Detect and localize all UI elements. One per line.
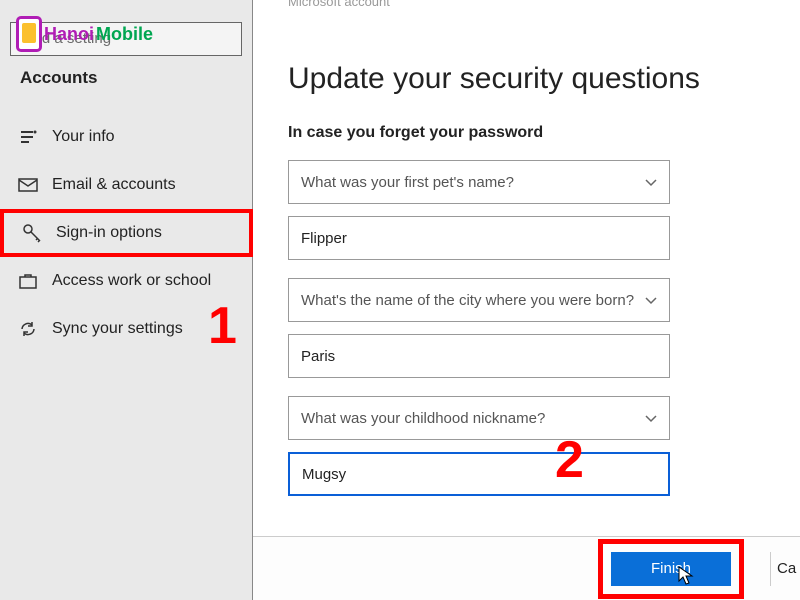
- breadcrumb: Microsoft account: [288, 0, 390, 9]
- annotation-number-2: 2: [555, 430, 584, 490]
- question-1-select[interactable]: What was your first pet's name?: [288, 160, 670, 204]
- question-1-label: What was your first pet's name?: [301, 174, 514, 191]
- sidebar-item-sign-in-options[interactable]: Sign-in options: [0, 209, 253, 257]
- annotation-number-1: 1: [208, 296, 237, 356]
- page-title: Update your security questions: [288, 62, 765, 96]
- cursor-icon: [678, 566, 694, 586]
- sidebar-section-title: Accounts: [20, 68, 97, 88]
- main-panel: Update your security questions In case y…: [253, 0, 800, 600]
- chevron-down-icon: [645, 412, 657, 424]
- question-2-select[interactable]: What's the name of the city where you we…: [288, 278, 670, 322]
- briefcase-icon: [18, 271, 38, 291]
- chevron-down-icon: [645, 294, 657, 306]
- sidebar-item-label: Sign-in options: [56, 224, 249, 242]
- person-icon: [18, 127, 38, 147]
- watermark-logo: HanoiMobile: [16, 16, 153, 52]
- sidebar-item-label: Your info: [52, 128, 253, 146]
- cancel-button[interactable]: Ca: [770, 552, 800, 586]
- answer-1-value: Flipper: [301, 230, 347, 247]
- sync-icon: [18, 319, 38, 339]
- answer-2-value: Paris: [301, 348, 335, 365]
- sidebar-item-your-info[interactable]: Your info: [0, 113, 253, 161]
- finish-button[interactable]: Finish: [611, 552, 731, 586]
- answer-3-value: Mugsy: [302, 466, 346, 483]
- answer-3-input[interactable]: Mugsy: [288, 452, 670, 496]
- question-3-select[interactable]: What was your childhood nickname?: [288, 396, 670, 440]
- mail-icon: [18, 175, 38, 195]
- logo-text-1: Hanoi: [44, 24, 94, 45]
- key-icon: [22, 223, 42, 243]
- page-subhead: In case you forget your password: [288, 124, 765, 142]
- phone-icon: [16, 16, 42, 52]
- sidebar-item-label: Access work or school: [52, 272, 253, 290]
- sidebar-item-email-accounts[interactable]: Email & accounts: [0, 161, 253, 209]
- chevron-down-icon: [645, 176, 657, 188]
- footer-bar: Finish Ca: [253, 536, 800, 600]
- annotation-highlight-finish: Finish: [598, 539, 744, 599]
- sidebar-item-label: Email & accounts: [52, 176, 253, 194]
- answer-1-input[interactable]: Flipper: [288, 216, 670, 260]
- answer-2-input[interactable]: Paris: [288, 334, 670, 378]
- question-2-label: What's the name of the city where you we…: [301, 292, 634, 309]
- question-3-label: What was your childhood nickname?: [301, 410, 545, 427]
- logo-text-2: Mobile: [96, 24, 153, 45]
